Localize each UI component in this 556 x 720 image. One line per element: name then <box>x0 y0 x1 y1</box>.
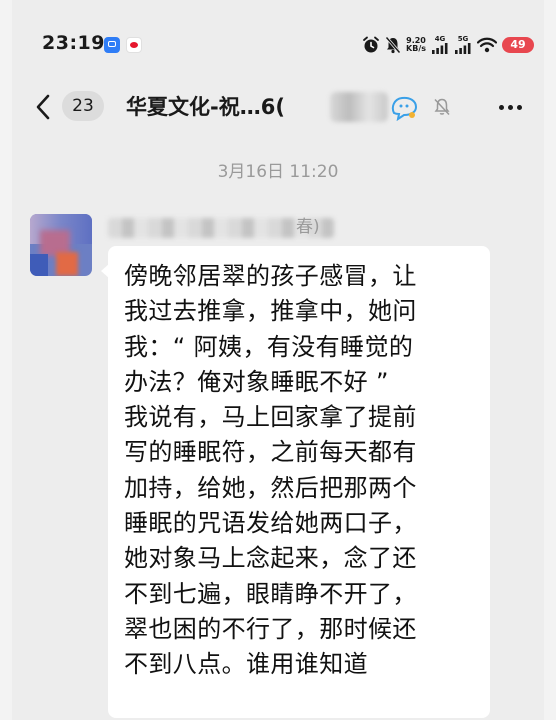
wifi-icon <box>477 37 497 53</box>
signal-sim1: 4G <box>431 36 449 54</box>
alarm-icon <box>363 36 379 53</box>
system-icons: 9.20 KB/s 4G 5G 49 <box>362 34 534 56</box>
group-emoji-icon <box>391 96 418 121</box>
redacted-title-part <box>330 92 388 122</box>
signal-sim2: 5G <box>454 36 472 54</box>
more-dots-icon <box>508 105 513 110</box>
message-text: 傍晚邻居翠的孩子感冒，让 我过去推拿，推拿中，她问 我：“ 阿姨，有没有睡觉的 … <box>124 262 417 679</box>
more-options-button[interactable] <box>499 105 522 110</box>
back-arrow-icon <box>36 94 50 120</box>
chat-screen: 23:19 9.20 KB/s 4G 5G 49 23 华夏文化-祝…6(3月… <box>12 0 544 720</box>
network-speed-unit: KB/s <box>406 44 426 53</box>
screen-frame-left <box>0 0 12 720</box>
chat-header: 23 华夏文化-祝…6( <box>12 72 544 142</box>
signal-icon <box>455 43 471 54</box>
signal-sim2-label: 5G <box>457 35 469 43</box>
unread-count-badge[interactable]: 23 <box>62 91 104 121</box>
network-speed: 9.20 KB/s <box>406 37 426 53</box>
do-not-disturb-icon <box>385 36 401 54</box>
screen-frame-right <box>544 0 556 720</box>
sender-name: 春) <box>108 214 358 240</box>
more-dots-icon <box>499 105 504 110</box>
message-bubble[interactable]: 傍晚邻居翠的孩子感冒，让 我过去推拿，推拿中，她问 我：“ 阿姨，有没有睡觉的 … <box>101 246 490 718</box>
weibo-notification-icon <box>126 37 142 53</box>
sender-avatar[interactable] <box>30 214 92 276</box>
message-timestamp: 3月16日 11:20 <box>217 162 339 182</box>
signal-icon <box>432 43 448 54</box>
signal-sim1-label: 4G <box>434 35 446 43</box>
chat-title[interactable]: 华夏文化-祝…6( <box>126 92 285 122</box>
more-dots-icon <box>517 105 522 110</box>
status-bar: 23:19 9.20 KB/s 4G 5G 49 <box>12 28 544 64</box>
battery-indicator: 49 <box>502 37 534 53</box>
status-time: 23:19 <box>42 32 105 54</box>
notification-app-icon <box>104 37 120 53</box>
mute-bell-icon <box>434 98 450 116</box>
back-button[interactable] <box>32 92 56 122</box>
sender-name-visible: 春) <box>296 217 320 237</box>
